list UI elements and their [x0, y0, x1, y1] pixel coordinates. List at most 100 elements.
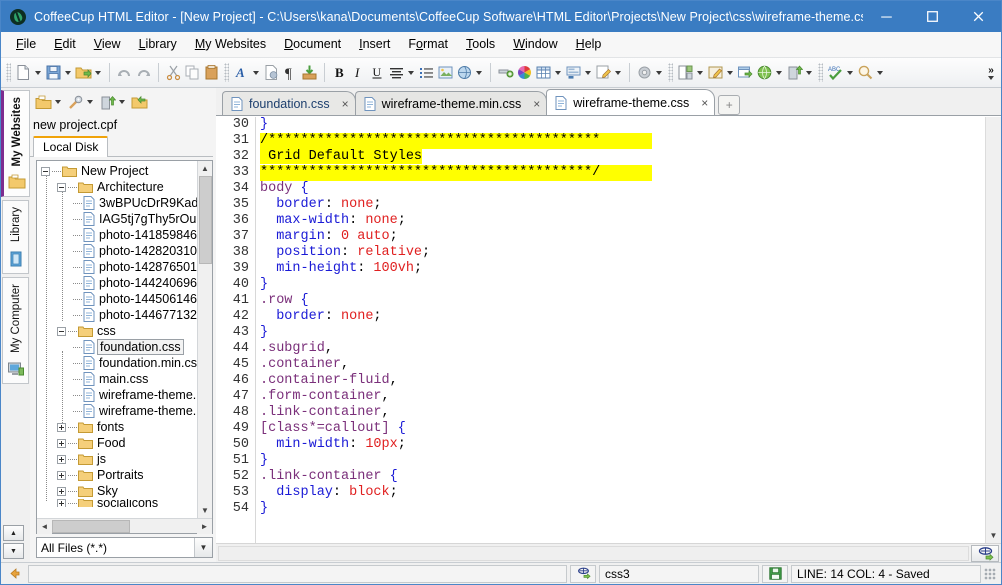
menu-edit[interactable]: Edit — [45, 34, 85, 54]
editor-tab-wireframe-theme-min-css[interactable]: wireframe-theme.min.css × — [354, 91, 548, 115]
tree-row-file[interactable]: foundation.min.cs — [37, 355, 197, 371]
file-filter-dropdown[interactable]: All Files (*.*) ▼ — [36, 537, 213, 558]
expand-icon[interactable] — [57, 499, 66, 507]
project-tools-button[interactable] — [67, 94, 95, 111]
code-line[interactable]: } — [260, 325, 985, 341]
pilcrow-button[interactable]: ¶ — [281, 60, 300, 85]
edit-page-button[interactable] — [594, 60, 624, 85]
tree-row-architecture[interactable]: Architecture — [37, 179, 197, 195]
toolbar-grip[interactable] — [668, 63, 673, 82]
code-text[interactable]: }/**************************************… — [256, 117, 985, 543]
tree-vertical-scrollbar[interactable]: ▲ ▼ — [197, 161, 212, 518]
project-tab-local-disk[interactable]: Local Disk — [33, 136, 109, 157]
menu-my-websites[interactable]: My Websites — [186, 34, 275, 54]
minimize-button[interactable] — [863, 1, 909, 32]
tree-row-css[interactable]: css — [37, 323, 197, 339]
chevron-down-icon[interactable]: ▼ — [194, 538, 212, 557]
editor-horizontal-scrollbar[interactable] — [216, 543, 1001, 562]
status-save-icon[interactable] — [762, 564, 788, 583]
page-gear-button[interactable] — [262, 60, 281, 85]
expand-icon[interactable] — [57, 486, 66, 496]
chevron-down-icon[interactable] — [585, 70, 591, 75]
tree-row-portraits[interactable]: Portraits — [37, 467, 197, 483]
editor-vertical-scrollbar[interactable]: ▼ — [985, 117, 1001, 543]
rail-scroll-down-button[interactable]: ▼ — [3, 543, 24, 559]
tree-row-file[interactable]: photo-141859846 — [37, 227, 197, 243]
tree-row-file-selected[interactable]: foundation.css — [37, 339, 197, 355]
code-line[interactable]: .link-container, — [260, 405, 985, 421]
insert-table-button[interactable] — [534, 60, 564, 85]
menu-format[interactable]: Format — [399, 34, 457, 54]
chevron-down-icon[interactable] — [697, 70, 703, 75]
insert-link-button[interactable] — [455, 60, 485, 85]
code-line[interactable]: [class*=callout] { — [260, 421, 985, 437]
tree-row-file[interactable]: wireframe-theme. — [37, 387, 197, 403]
scrollbar-thumb[interactable] — [52, 519, 130, 533]
menu-document[interactable]: Document — [275, 34, 350, 54]
code-line[interactable]: } — [260, 117, 985, 133]
rail-tab-library[interactable]: Library — [2, 200, 29, 274]
settings-gear-button[interactable] — [635, 60, 665, 85]
code-line[interactable]: body { — [260, 181, 985, 197]
tree-row-file[interactable]: main.css — [37, 371, 197, 387]
chevron-down-icon[interactable] — [476, 70, 482, 75]
code-line[interactable]: border: none; — [260, 309, 985, 325]
paste-button[interactable] — [202, 60, 221, 85]
code-line[interactable]: } — [260, 501, 985, 517]
code-line[interactable]: } — [260, 453, 985, 469]
rail-scroll-up-button[interactable]: ▲ — [3, 525, 24, 541]
scroll-up-icon[interactable]: ▲ — [197, 161, 212, 176]
expand-icon[interactable] — [57, 438, 66, 448]
rail-tab-my-computer[interactable]: My Computer — [2, 276, 29, 384]
tree-row-file[interactable]: photo-144506146 — [37, 291, 197, 307]
menu-insert[interactable]: Insert — [350, 34, 399, 54]
code-line[interactable]: } — [260, 277, 985, 293]
code-line[interactable]: .subgrid, — [260, 341, 985, 357]
refresh-project-button[interactable] — [131, 94, 148, 111]
underline-button[interactable]: U — [368, 60, 387, 85]
expand-icon[interactable] — [57, 470, 66, 480]
tree-row-food[interactable]: Food — [37, 435, 197, 451]
menu-help[interactable]: Help — [567, 34, 611, 54]
close-button[interactable] — [955, 1, 1001, 32]
split-view-button[interactable] — [676, 60, 706, 85]
chevron-down-icon[interactable] — [877, 70, 883, 75]
new-tab-button[interactable]: + — [718, 95, 741, 115]
tree-row-sky[interactable]: Sky — [37, 483, 197, 499]
italic-button[interactable]: I — [349, 60, 368, 85]
align-button[interactable] — [387, 60, 417, 85]
copy-button[interactable] — [183, 60, 202, 85]
tree-row-socialicons[interactable]: socialicons — [37, 499, 197, 507]
rail-tab-my-websites[interactable]: My Websites — [1, 90, 30, 198]
code-line[interactable]: .link-container { — [260, 469, 985, 485]
menu-file[interactable]: FFileile — [7, 34, 45, 54]
scrollbar-track[interactable] — [218, 545, 969, 561]
chevron-down-icon[interactable] — [806, 70, 812, 75]
tree-row-fonts[interactable]: fonts — [37, 419, 197, 435]
chevron-down-icon[interactable] — [727, 70, 733, 75]
scroll-down-icon[interactable]: ▼ — [197, 503, 212, 518]
tree-row-file[interactable]: IAG5tj7gThy5rOu — [37, 211, 197, 227]
project-tree[interactable]: New Project Architecture 3wBPUcDrR9Kadu — [37, 161, 197, 518]
code-line[interactable]: .form-container, — [260, 389, 985, 405]
tree-row-new-project[interactable]: New Project — [37, 163, 197, 179]
download-box-button[interactable] — [300, 60, 319, 85]
bullet-list-button[interactable] — [417, 60, 436, 85]
chevron-down-icon[interactable] — [408, 70, 414, 75]
toolbar-overflow-button[interactable]: » — [983, 59, 999, 87]
chevron-down-icon[interactable] — [95, 70, 101, 75]
open-folder-button[interactable] — [74, 60, 104, 85]
find-button[interactable] — [856, 60, 886, 85]
chevron-down-icon[interactable] — [656, 70, 662, 75]
anchor-button[interactable] — [496, 60, 515, 85]
redo-button[interactable] — [134, 60, 153, 85]
design-view-button[interactable] — [706, 60, 736, 85]
status-validate-icon[interactable] — [570, 564, 596, 583]
chevron-down-icon[interactable] — [55, 100, 61, 104]
tree-row-file[interactable]: photo-142876501 — [37, 259, 197, 275]
spellcheck-button[interactable]: ABC — [826, 60, 856, 85]
chevron-down-icon[interactable] — [847, 70, 853, 75]
code-line[interactable]: border: none; — [260, 197, 985, 213]
font-button[interactable]: A — [232, 60, 262, 85]
tree-row-file[interactable]: photo-142820310 — [37, 243, 197, 259]
